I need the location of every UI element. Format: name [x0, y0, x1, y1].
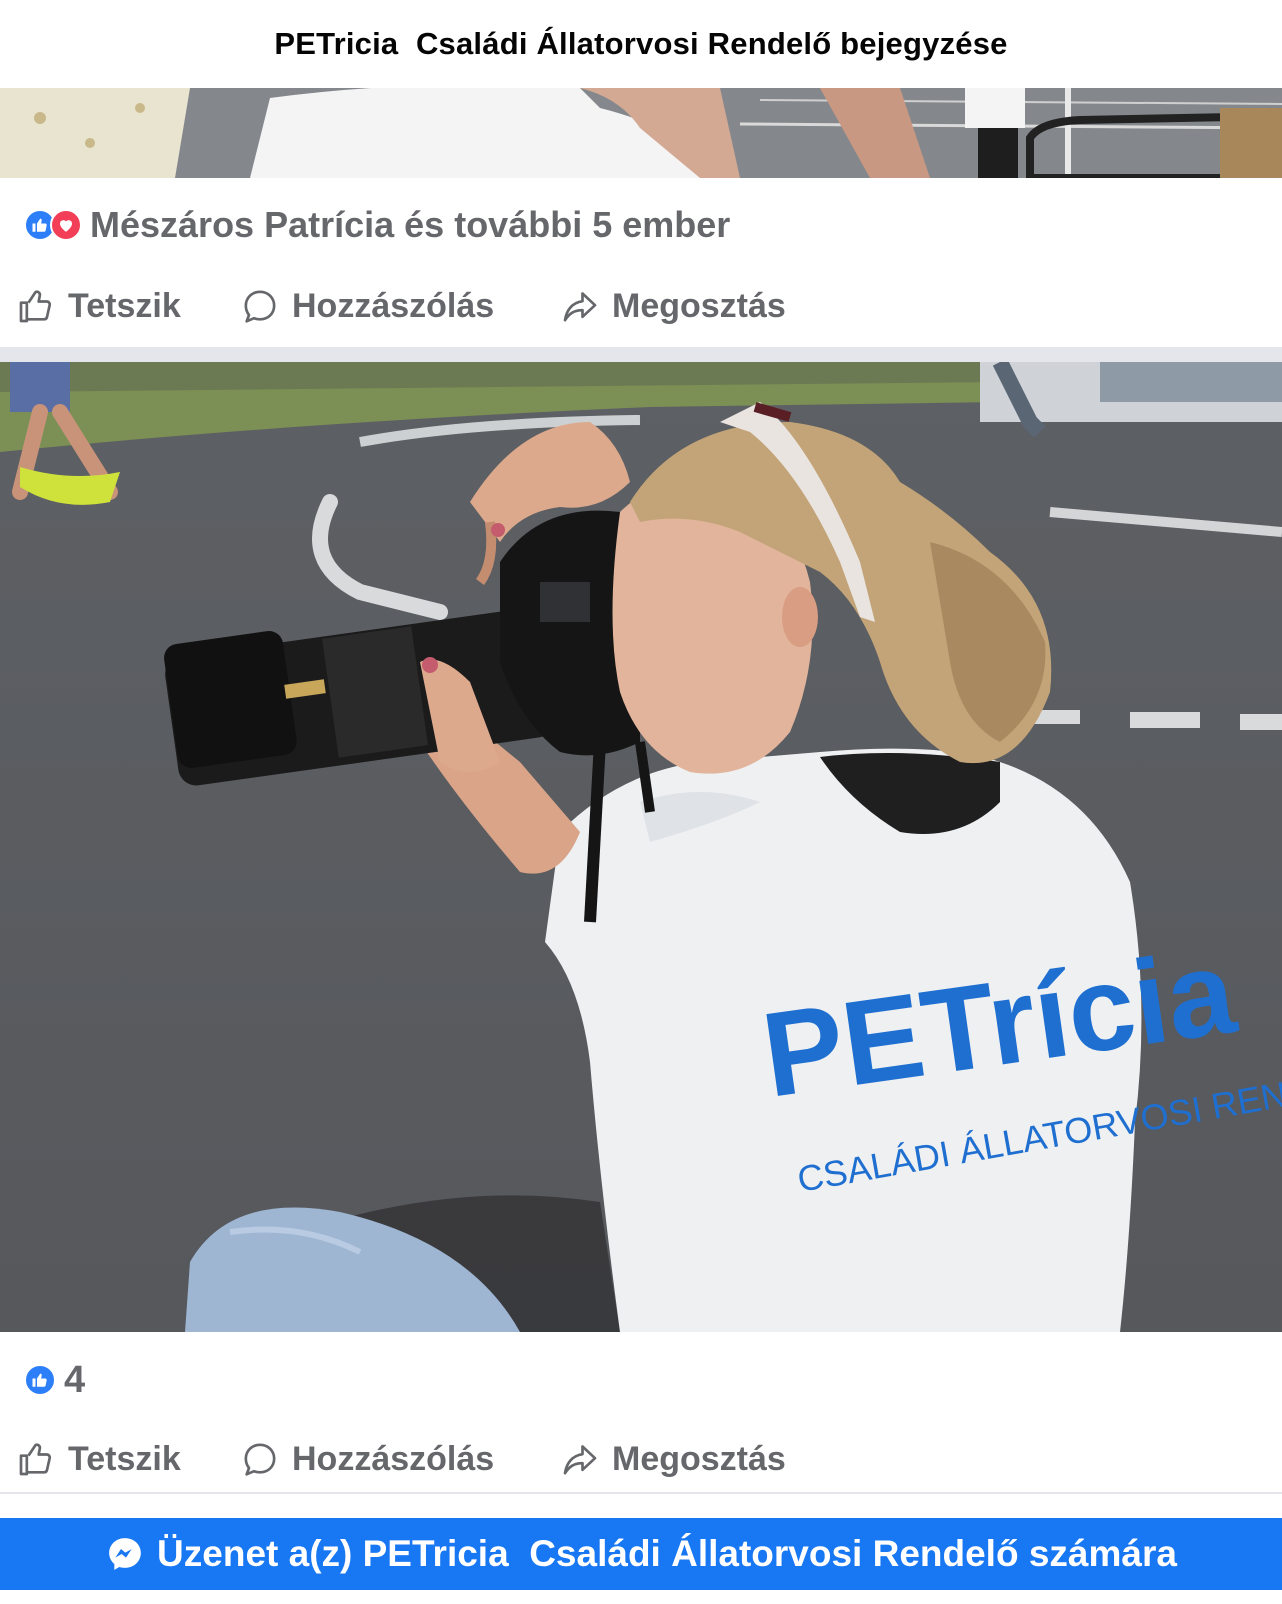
- share-label: Megosztás: [612, 1439, 786, 1478]
- post-photo-top[interactable]: [0, 88, 1282, 178]
- page-title: PETricia Családi Állatorvosi Rendelő bej…: [274, 26, 1008, 61]
- comment-button[interactable]: Hozzászólás: [240, 1439, 560, 1479]
- comment-icon: [244, 1443, 276, 1476]
- like-icon: [24, 1364, 56, 1396]
- post-photo[interactable]: PETrícia CSALÁDI ÁLLATORVOSI REN: [0, 362, 1282, 1332]
- photo-top-scene: [0, 88, 1282, 178]
- post-page: PETricia Családi Állatorvosi Rendelő bej…: [0, 0, 1282, 1604]
- thumbs-up-icon: [19, 290, 52, 323]
- share-button[interactable]: Megosztás: [560, 1439, 820, 1479]
- comment-label: Hozzászólás: [292, 1439, 495, 1478]
- page-header: PETricia Családi Állatorvosi Rendelő bej…: [0, 0, 1282, 88]
- share-icon: [563, 1445, 597, 1475]
- comment-label: Hozzászólás: [292, 286, 495, 325]
- comment-button[interactable]: Hozzászólás: [240, 286, 560, 326]
- like-button[interactable]: Tetszik: [16, 1439, 240, 1479]
- love-icon: [50, 209, 82, 241]
- send-message-button[interactable]: Üzenet a(z) PETricia Családi Állatorvosi…: [0, 1518, 1282, 1590]
- reactions-summary[interactable]: Mészáros Patrícia és további 5 ember: [24, 203, 730, 247]
- like-label: Tetszik: [68, 286, 181, 325]
- comment-icon: [244, 290, 276, 323]
- messenger-icon: [109, 1538, 141, 1570]
- post-actions: Tetszik Hozzászólás Megosztás: [16, 1431, 1266, 1487]
- reactions-text: Mészáros Patrícia és további 5 ember: [90, 204, 731, 245]
- actions-divider: [0, 1492, 1282, 1494]
- reactions-count: 4: [64, 1358, 86, 1401]
- like-label: Tetszik: [68, 1439, 181, 1478]
- post-separator: [0, 347, 1282, 362]
- reactions-summary[interactable]: 4: [24, 1358, 85, 1402]
- share-icon: [563, 292, 597, 322]
- share-button[interactable]: Megosztás: [560, 286, 820, 326]
- photographer-photo: PETrícia CSALÁDI ÁLLATORVOSI REN: [0, 362, 1282, 1332]
- post-actions: Tetszik Hozzászólás Megosztás: [16, 278, 1266, 334]
- thumbs-up-icon: [19, 1443, 52, 1476]
- like-button[interactable]: Tetszik: [16, 286, 240, 326]
- send-message-label: Üzenet a(z) PETricia Családi Állatorvosi…: [157, 1533, 1177, 1574]
- share-label: Megosztás: [612, 286, 786, 325]
